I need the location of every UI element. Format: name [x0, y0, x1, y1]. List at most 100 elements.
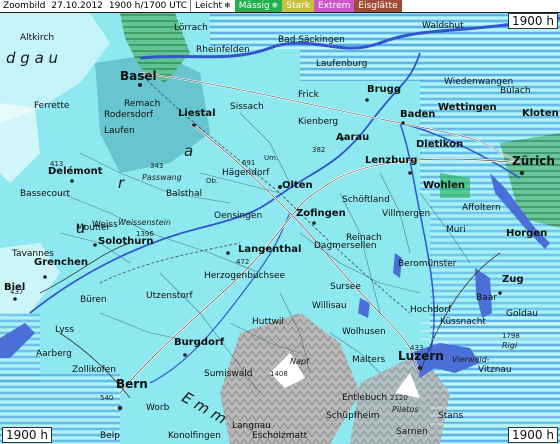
place-langnau: Langnau	[232, 421, 271, 431]
place-zollikofen: Zollikofen	[72, 365, 116, 375]
snowflake-icon: ❄	[271, 1, 279, 10]
place-lorrach: Lörrach	[174, 23, 208, 33]
region-label-jura: a	[184, 142, 194, 160]
legend-label-stark: Stark	[286, 1, 311, 11]
place-wettingen: Wettingen	[438, 102, 497, 113]
altitude-label-bottom-right: 1900 h	[508, 427, 558, 443]
place-baden: Baden	[400, 109, 436, 120]
place-rigi: Rigi	[502, 341, 518, 350]
place-aarau: Aarau	[336, 132, 370, 143]
place-schoftland: Schöftland	[342, 195, 390, 205]
place-oensingen: Oensingen	[214, 211, 263, 221]
place-sarnen: Sarnen	[396, 427, 428, 437]
place-konolfingen: Konolfingen	[168, 431, 221, 441]
place-escholzmatt: Escholzmatt	[252, 431, 308, 441]
place-ferrette: Ferrette	[34, 101, 70, 111]
legend-label-eisglatte: Eisglätte	[358, 1, 398, 11]
altitude-label-top-right: 1900 h	[508, 13, 558, 29]
place-kussnacht: Küssnacht	[440, 317, 486, 327]
map-header-bar: Zoombild 27.10.2012 1900 h/1700 UTC Leic…	[0, 0, 560, 13]
region-label-sundgau: d g a u	[6, 49, 59, 67]
place-basel: Basel	[120, 69, 157, 83]
place-zurich: Zürich	[512, 154, 555, 168]
place-lenzburg: Lenzburg	[365, 155, 418, 166]
place-vierwald: Vierwald-	[452, 355, 490, 364]
place-malters: Malters	[352, 355, 386, 365]
elevation-1798: 1798	[502, 332, 520, 340]
elevation-472: 472	[236, 258, 250, 266]
place-tavannes: Tavannes	[12, 249, 54, 259]
place-bassecourt: Bassecourt	[20, 189, 70, 199]
place-zug: Zug	[502, 274, 524, 285]
weather-map[interactable]: d g a u a r u E m m Lörrach Basel Rheinf…	[0, 13, 560, 444]
place-burgdorf: Burgdorf	[174, 337, 225, 348]
legend-item-stark[interactable]: Stark	[282, 0, 315, 12]
elevation-691: 691	[242, 159, 256, 167]
place-dagmersellen: Dagmersellen	[314, 241, 377, 251]
place-passwang: Passwang	[142, 173, 182, 182]
place-moutier: Moutier	[76, 223, 111, 233]
legend-item-massig[interactable]: Mässig ❄	[234, 0, 283, 12]
place-liestal: Liestal	[178, 108, 216, 119]
place-lyss: Lyss	[55, 325, 74, 335]
place-aarberg: Aarberg	[36, 349, 72, 359]
place-brugg: Brugg	[367, 84, 401, 95]
place-willisau: Willisau	[312, 301, 347, 311]
place-napf: Napf	[290, 357, 309, 366]
legend-item-eisglatte[interactable]: Eisglätte	[354, 0, 402, 12]
place-remach: Remach	[124, 99, 161, 109]
place-langenthal: Langenthal	[238, 244, 302, 255]
elevation-1396: 1396	[136, 230, 154, 238]
snowflake-icon: ❄	[224, 1, 231, 10]
elevation-540: 540	[100, 394, 114, 402]
legend-label-leicht: Leicht	[195, 1, 223, 11]
place-waldshut: Waldshut	[422, 21, 464, 31]
altitude-label-bottom-left: 1900 h	[2, 427, 52, 443]
place-laufen: Laufen	[104, 126, 135, 136]
place-wolhusen: Wolhusen	[342, 327, 386, 337]
place-rodersdorf: Rodersdorf	[104, 110, 154, 120]
elevation-437: 437	[10, 288, 24, 296]
place-kloten: Kloten	[522, 108, 559, 119]
map-time: 1900 h/1700 UTC	[108, 1, 188, 11]
place-huttwil: Huttwil	[252, 317, 284, 327]
elevation-343: 343	[150, 162, 164, 170]
elevation-433: 433	[410, 344, 424, 352]
place-altkirch: Altkirch	[20, 33, 55, 43]
legend-item-extrem[interactable]: Extrem	[314, 0, 355, 12]
legend-label-extrem: Extrem	[318, 1, 351, 11]
place-baar: Baar	[476, 293, 497, 303]
place-sumiswald: Sumiswald	[204, 369, 253, 379]
place-kienberg: Kienberg	[298, 117, 339, 127]
place-sursee: Sursee	[330, 282, 361, 292]
place-laufenburg: Laufenburg	[316, 59, 368, 69]
map-title: Zoombild	[3, 1, 46, 11]
road-number-um: Um.	[264, 154, 279, 162]
place-beromunster: Beromünster	[398, 259, 457, 269]
road-number-ob: Ob.	[206, 177, 219, 185]
place-belp: Belp	[100, 431, 120, 441]
place-olten: Olten	[282, 180, 313, 191]
region-label-jura-r: r	[118, 174, 125, 192]
elevation-1408: 1408	[270, 370, 288, 378]
place-grenchen: Grenchen	[34, 257, 88, 268]
place-zofingen: Zofingen	[296, 208, 346, 219]
place-bern: Bern	[116, 377, 148, 391]
place-wohlen: Wohlen	[423, 180, 465, 191]
place-goldau: Goldau	[506, 309, 538, 319]
place-pilatus: Pilatus	[392, 405, 419, 414]
place-weissenstein: Weissenstein	[118, 218, 171, 227]
place-dietikon: Dietikon	[416, 139, 464, 150]
place-villmergen: Villmergen	[382, 209, 431, 219]
weather-map-window: Zoombild 27.10.2012 1900 h/1700 UTC Leic…	[0, 0, 560, 444]
place-bulach: Bülach	[500, 86, 531, 96]
place-horgen: Horgen	[506, 228, 548, 239]
place-worb: Worb	[146, 403, 170, 413]
place-herzogenbuchsee: Herzogenbuchsee	[204, 271, 286, 281]
place-buren: Büren	[80, 295, 107, 305]
place-bad-sackingen: Bad Säckingen	[278, 35, 345, 45]
elevation-382: 382	[312, 146, 326, 154]
place-schupfheim: Schüpfheim	[326, 411, 380, 421]
legend-item-leicht[interactable]: Leicht ❄	[191, 0, 235, 12]
place-entlebuch: Entlebuch	[342, 393, 388, 403]
